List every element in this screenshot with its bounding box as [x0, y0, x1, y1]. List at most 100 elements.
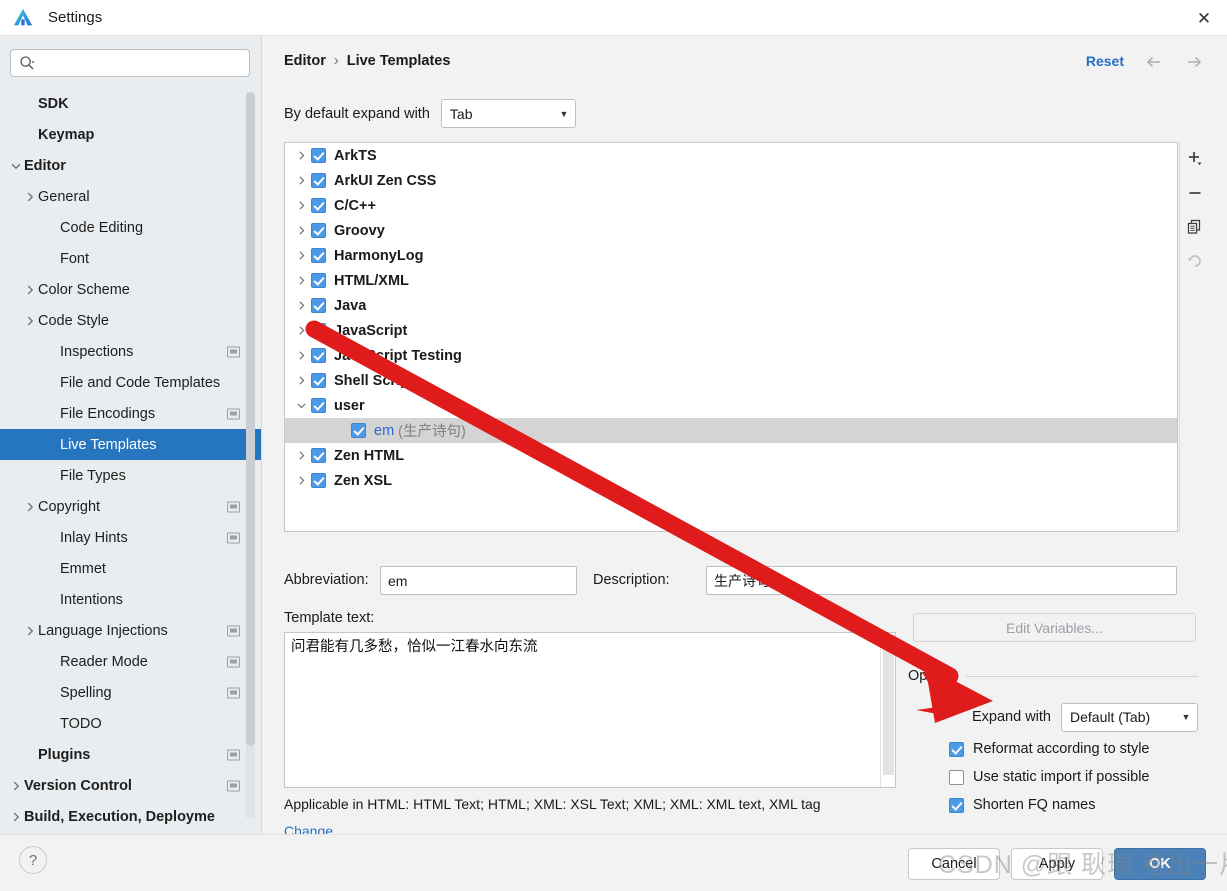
chevron-right-icon[interactable]: [291, 171, 311, 191]
chevron-down-icon[interactable]: [291, 396, 311, 416]
sidebar-item-language-injections[interactable]: Language Injections: [0, 615, 261, 646]
chevron-right-icon[interactable]: [291, 371, 311, 391]
checkbox-icon[interactable]: [311, 148, 326, 163]
sidebar-item-sdk[interactable]: SDK: [0, 88, 261, 119]
title-bar: Settings ✕: [0, 0, 1227, 36]
close-icon[interactable]: ✕: [1181, 0, 1227, 36]
sidebar-item-reader-mode[interactable]: Reader Mode: [0, 646, 261, 677]
sidebar-item-emmet[interactable]: Emmet: [0, 553, 261, 584]
sidebar-item-file-encodings[interactable]: File Encodings: [0, 398, 261, 429]
sidebar-item-label: Code Editing: [60, 219, 144, 236]
chevron-right-icon[interactable]: [291, 221, 311, 241]
template-text-scrollbar[interactable]: [880, 633, 895, 787]
default-expand-select[interactable]: Tab ▼: [440, 99, 576, 128]
checkbox-icon[interactable]: [351, 423, 366, 438]
chevron-right-icon[interactable]: [291, 271, 311, 291]
option-expand-with-select[interactable]: Default (Tab) ▼: [1061, 702, 1198, 732]
tree-row[interactable]: Java: [285, 293, 1177, 318]
checkbox-icon[interactable]: [311, 173, 326, 188]
tree-row[interactable]: HarmonyLog: [285, 243, 1177, 268]
sidebar-item-copyright[interactable]: Copyright: [0, 491, 261, 522]
sidebar-item-live-templates[interactable]: Live Templates: [0, 429, 261, 460]
checkbox-icon[interactable]: [311, 473, 326, 488]
sidebar-scrollbar[interactable]: [246, 92, 255, 818]
default-expand-row: By default expand with Tab ▼: [284, 99, 576, 128]
breadcrumb-parent[interactable]: Editor: [284, 53, 326, 69]
arrow-right-icon[interactable]: [1183, 51, 1205, 73]
tree-row[interactable]: JavaScript Testing: [285, 343, 1177, 368]
chevron-right-icon[interactable]: [291, 196, 311, 216]
sidebar-item-code-style[interactable]: Code Style: [0, 305, 261, 336]
tree-row[interactable]: em (生产诗句): [285, 418, 1177, 443]
tree-row[interactable]: Shell Script: [285, 368, 1177, 393]
arrow-left-icon[interactable]: [1143, 51, 1165, 73]
checkbox-icon[interactable]: [311, 198, 326, 213]
sidebar-item-keymap[interactable]: Keymap: [0, 119, 261, 150]
tree-row[interactable]: Groovy: [285, 218, 1177, 243]
sidebar-item-plugins[interactable]: Plugins: [0, 739, 261, 770]
option-shorten-fq-checkbox[interactable]: Shorten FQ names: [949, 797, 1096, 813]
sidebar-item-file-and-code-templates[interactable]: File and Code Templates: [0, 367, 261, 398]
checkbox-icon[interactable]: [311, 298, 326, 313]
sidebar-item-build-execution-deployme[interactable]: Build, Execution, Deployme: [0, 801, 261, 832]
sidebar-item-font[interactable]: Font: [0, 243, 261, 274]
checkbox-icon[interactable]: [311, 323, 326, 338]
reset-link[interactable]: Reset: [1086, 53, 1124, 69]
sidebar-item-spelling[interactable]: Spelling: [0, 677, 261, 708]
checkbox-icon[interactable]: [311, 348, 326, 363]
tree-row[interactable]: user: [285, 393, 1177, 418]
chevron-right-icon[interactable]: [291, 471, 311, 491]
sidebar-scrollbar-thumb[interactable]: [246, 92, 255, 746]
checkbox-icon[interactable]: [311, 448, 326, 463]
add-template-button[interactable]: [1180, 142, 1210, 176]
sidebar-item-inspections[interactable]: Inspections: [0, 336, 261, 367]
checkbox-icon[interactable]: [311, 398, 326, 413]
tree-row[interactable]: ArkUI Zen CSS: [285, 168, 1177, 193]
chevron-down-icon: ▼: [1181, 712, 1191, 722]
sidebar-item-intentions[interactable]: Intentions: [0, 584, 261, 615]
sidebar-item-general[interactable]: General: [0, 181, 261, 212]
search-box[interactable]: [10, 49, 250, 77]
live-templates-tree[interactable]: ArkTS ArkUI Zen CSS C/C++ Groovy HarmonyLog H…: [284, 142, 1178, 532]
sidebar-item-editor[interactable]: Editor: [0, 150, 261, 181]
tree-row[interactable]: Zen XSL: [285, 468, 1177, 493]
checkbox-icon[interactable]: [311, 223, 326, 238]
sidebar-item-label: Spelling: [60, 684, 112, 701]
duplicate-template-button[interactable]: [1180, 210, 1210, 244]
tree-row[interactable]: Zen HTML: [285, 443, 1177, 468]
chevron-right-icon[interactable]: [291, 321, 311, 341]
tree-row[interactable]: C/C++: [285, 193, 1177, 218]
chevron-right-icon[interactable]: [291, 296, 311, 316]
help-button[interactable]: ?: [19, 846, 47, 874]
template-text-scrollbar-thumb[interactable]: [883, 635, 894, 775]
checkbox-icon[interactable]: [311, 248, 326, 263]
sidebar-item-label: Plugins: [38, 746, 91, 763]
ok-button[interactable]: OK: [1114, 848, 1206, 880]
chevron-right-icon[interactable]: [291, 446, 311, 466]
remove-template-button[interactable]: [1180, 176, 1210, 210]
cancel-button[interactable]: Cancel: [908, 848, 1000, 880]
chevron-right-icon[interactable]: [291, 346, 311, 366]
option-reformat-checkbox[interactable]: Reformat according to style: [949, 741, 1150, 757]
tree-row[interactable]: ArkTS: [285, 143, 1177, 168]
sidebar-item-version-control[interactable]: Version Control: [0, 770, 261, 801]
search-input[interactable]: [39, 51, 243, 75]
apply-button[interactable]: Apply: [1011, 848, 1103, 880]
template-text-input[interactable]: [285, 633, 877, 787]
checkbox-icon[interactable]: [311, 373, 326, 388]
chevron-right-icon[interactable]: [291, 146, 311, 166]
sidebar-item-file-types[interactable]: File Types: [0, 460, 261, 491]
abbreviation-input[interactable]: [380, 566, 577, 595]
options-divider: [965, 675, 1198, 677]
tree-row[interactable]: JavaScript: [285, 318, 1177, 343]
sidebar-item-color-scheme[interactable]: Color Scheme: [0, 274, 261, 305]
sidebar-item-inlay-hints[interactable]: Inlay Hints: [0, 522, 261, 553]
chevron-right-icon[interactable]: [291, 246, 311, 266]
option-static-import-checkbox[interactable]: Use static import if possible: [949, 769, 1149, 785]
checkbox-icon[interactable]: [311, 273, 326, 288]
sidebar-item-todo[interactable]: TODO: [0, 708, 261, 739]
project-scope-badge-icon: [227, 687, 240, 698]
tree-row[interactable]: HTML/XML: [285, 268, 1177, 293]
description-input[interactable]: [706, 566, 1177, 595]
sidebar-item-code-editing[interactable]: Code Editing: [0, 212, 261, 243]
